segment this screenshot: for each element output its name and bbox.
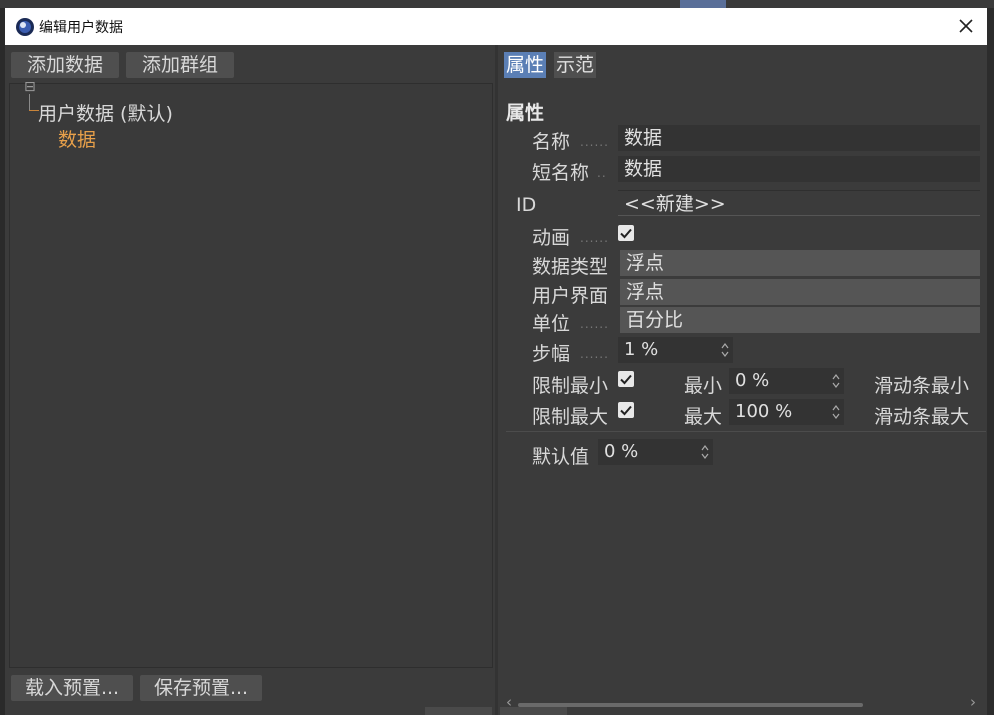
- background-viewport-accent: [680, 0, 726, 8]
- data-type-label: 数据类型: [532, 256, 609, 278]
- add-data-button[interactable]: 添加数据: [11, 52, 119, 78]
- data-type-dropdown[interactable]: 浮点: [620, 250, 980, 276]
- default-value-label: 默认值: [532, 446, 590, 468]
- max-label: 最大: [684, 406, 723, 428]
- window-title: 编辑用户数据: [39, 20, 123, 36]
- background-bottom-button-stub: [425, 707, 492, 715]
- spinner-arrows-icon[interactable]: [831, 371, 841, 391]
- save-preset-button[interactable]: 保存预置...: [140, 675, 262, 701]
- animation-label: 动画: [532, 227, 571, 249]
- add-group-button[interactable]: 添加群组: [126, 52, 234, 78]
- load-preset-button[interactable]: 载入预置...: [11, 675, 133, 701]
- checkmark-icon: [620, 228, 632, 239]
- section-title-properties: 属性: [506, 102, 545, 124]
- unit-dropdown[interactable]: 百分比: [620, 307, 980, 333]
- spinner-arrows-icon[interactable]: [720, 340, 730, 360]
- min-stepper[interactable]: 0 %: [729, 368, 844, 394]
- tree-guide-line: [29, 94, 30, 110]
- name-dots: ......: [580, 135, 609, 149]
- tree-item-data[interactable]: 数据: [58, 125, 96, 152]
- background-strip: [0, 0, 994, 8]
- user-data-tree: ⊟ 用户数据 (默认) 数据: [9, 79, 493, 668]
- unit-label: 单位: [532, 313, 571, 335]
- close-icon: [959, 19, 973, 33]
- background-right-edge: [987, 8, 994, 715]
- max-stepper[interactable]: 100 %: [729, 399, 844, 425]
- min-value: 0 %: [735, 370, 770, 391]
- background-bottom-button-stub: [500, 707, 567, 715]
- close-button[interactable]: [955, 15, 977, 37]
- animation-checkbox[interactable]: [618, 225, 634, 241]
- tab-example[interactable]: 示范: [554, 52, 597, 78]
- scroll-right-icon[interactable]: ›: [970, 693, 976, 711]
- step-label: 步幅: [532, 343, 571, 365]
- spinner-arrows-icon[interactable]: [831, 402, 841, 422]
- tree-collapse-icon[interactable]: ⊟: [24, 79, 36, 95]
- tab-properties[interactable]: 属性: [504, 52, 547, 78]
- title-bar: 编辑用户数据: [5, 8, 987, 45]
- ui-dropdown[interactable]: 浮点: [620, 279, 980, 305]
- cinema4d-app-icon: [15, 17, 35, 37]
- section-divider: [506, 431, 986, 432]
- animation-dots: ......: [580, 231, 609, 245]
- checkmark-icon: [620, 405, 632, 416]
- edit-user-data-dialog: 编辑用户数据 添加数据 添加群组 ⊟ 用户数据 (默认) 数据 载入预置... …: [5, 8, 987, 715]
- id-value: <<新建>>: [618, 190, 980, 216]
- unit-dots: ......: [580, 317, 609, 331]
- scrollbar-thumb[interactable]: [518, 703, 863, 707]
- short-name-dots: ..: [597, 166, 607, 180]
- step-stepper[interactable]: 1 %: [618, 337, 733, 363]
- limit-min-label: 限制最小: [532, 375, 609, 397]
- default-value: 0 %: [604, 441, 639, 462]
- min-label: 最小: [684, 375, 723, 397]
- horizontal-scrollbar[interactable]: ‹ ›: [498, 693, 987, 715]
- tree-item-user-data-default[interactable]: 用户数据 (默认): [38, 99, 173, 126]
- max-value: 100 %: [735, 401, 793, 422]
- short-name-input[interactable]: 数据: [618, 156, 980, 182]
- checkmark-icon: [620, 374, 632, 385]
- short-name-label: 短名称: [532, 162, 590, 184]
- limit-min-checkbox[interactable]: [618, 371, 634, 387]
- default-value-stepper[interactable]: 0 %: [598, 439, 713, 465]
- limit-max-label: 限制最大: [532, 406, 609, 428]
- slider-min-label: 滑动条最小: [874, 375, 970, 397]
- properties-pane: 属性 示范 属性 名称 ...... 数据 短名称 .. 数据 ID <<新建>…: [498, 45, 987, 715]
- step-dots: ......: [580, 347, 609, 361]
- id-label: ID: [516, 194, 537, 216]
- spinner-arrows-icon[interactable]: [700, 442, 710, 462]
- step-value: 1 %: [624, 339, 659, 360]
- name-input[interactable]: 数据: [618, 125, 980, 151]
- limit-max-checkbox[interactable]: [618, 402, 634, 418]
- slider-max-label: 滑动条最大: [874, 406, 970, 428]
- ui-label: 用户界面: [532, 285, 609, 307]
- name-label: 名称: [532, 131, 571, 153]
